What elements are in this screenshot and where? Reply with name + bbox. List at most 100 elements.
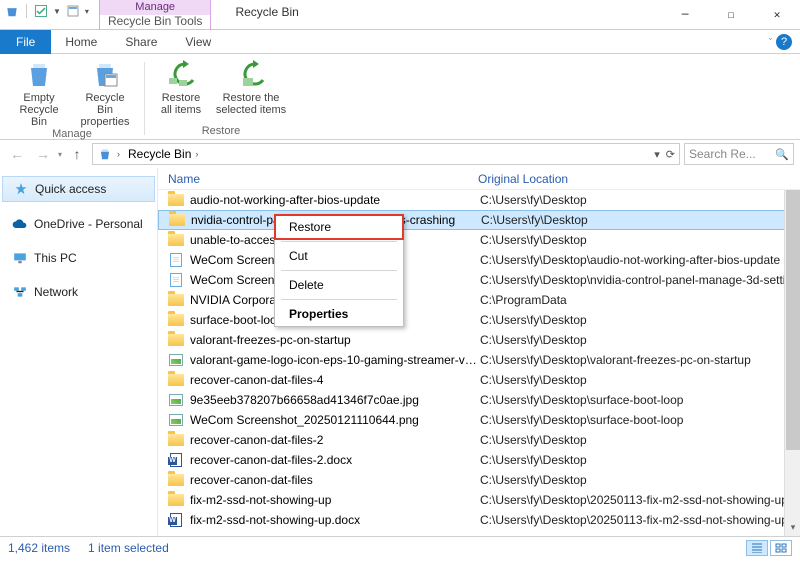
file-original-location: C:\Users\fy\Desktop\valorant-freezes-pc-… [480,353,800,367]
img-icon [168,392,184,408]
file-row[interactable]: WeCom ScreenshotC:\Users\fy\Desktop\nvid… [158,270,800,290]
large-icons-view-button[interactable] [770,540,792,556]
file-row[interactable]: recover-canon-dat-files-2C:\Users\fy\Des… [158,430,800,450]
file-original-location: C:\Users\fy\Desktop [480,233,800,247]
checkbox-icon[interactable] [33,3,49,19]
ctx-cut[interactable]: Cut [275,244,403,268]
scroll-down-icon[interactable]: ▾ [786,522,800,536]
file-row[interactable]: NVIDIA CorporationC:\ProgramData [158,290,800,310]
restore-selected-items-button[interactable]: Restore the selected items [215,58,287,116]
file-name: valorant-freezes-pc-on-startup [190,333,480,347]
tab-view[interactable]: View [171,31,225,53]
monitor-icon [12,250,28,266]
tab-home[interactable]: Home [51,31,111,53]
file-name: audio-not-working-after-bios-update [190,193,480,207]
nav-this-pc-label: This PC [34,251,77,265]
nav-network-label: Network [34,285,78,299]
ctx-restore[interactable]: Restore [275,215,403,239]
file-row[interactable]: audio-not-working-after-bios-updateC:\Us… [158,190,800,210]
recycle-bin-breadcrumb-icon [97,146,113,162]
minimize-button[interactable]: ─ [662,0,708,28]
properties-qat-icon[interactable] [65,3,81,19]
folder-icon [168,472,184,488]
breadcrumb-bar[interactable]: › Recycle Bin› ▾ ⟳ [92,143,680,165]
status-item-count: 1,462 items [8,541,70,555]
file-row[interactable]: unable-to-accessC:\Users\fy\Desktop [158,230,800,250]
nav-up-button[interactable]: ↑ [66,143,88,165]
file-row[interactable]: fix-m2-ssd-not-showing-upC:\Users\fy\Des… [158,490,800,510]
folder-icon [168,372,184,388]
file-original-location: C:\Users\fy\Desktop\audio-not-working-af… [480,253,800,267]
column-header-name[interactable]: Name [168,172,478,186]
file-original-location: C:\Users\fy\Desktop\surface-boot-loop [480,393,800,407]
network-icon [12,284,28,300]
nav-quick-access[interactable]: Quick access [2,176,155,202]
nav-back-button[interactable]: ← [6,143,28,165]
doc-icon [168,272,184,288]
file-original-location: C:\Users\fy\Desktop [480,373,800,387]
nav-onedrive[interactable]: OneDrive - Personal [0,212,157,236]
file-row[interactable]: recover-canon-dat-files-4C:\Users\fy\Des… [158,370,800,390]
doc-icon [168,252,184,268]
empty-bin-icon [23,58,55,90]
file-row[interactable]: valorant-freezes-pc-on-startupC:\Users\f… [158,330,800,350]
recycle-bin-properties-button[interactable]: Recycle Bin properties [76,58,134,128]
column-header-original-location[interactable]: Original Location [478,172,800,186]
file-row[interactable]: fix-m2-ssd-not-showing-up.docxC:\Users\f… [158,510,800,530]
nav-forward-button[interactable]: → [32,143,54,165]
nav-network[interactable]: Network [0,280,157,304]
bin-properties-icon [89,58,121,90]
file-original-location: C:\Users\fy\Desktop\surface-boot-loop [480,413,800,427]
breadcrumb-dropdown-icon[interactable]: ▾ [654,148,660,161]
window-title: Recycle Bin [211,5,662,19]
file-row[interactable]: WeCom Screenshot_20250121110644.pngC:\Us… [158,410,800,430]
file-name: recover-canon-dat-files [190,473,480,487]
file-row[interactable]: recover-canon-dat-filesC:\Users\fy\Deskt… [158,470,800,490]
file-row[interactable]: 9e35eeb378207b66658ad41346f7c0ae.jpgC:\U… [158,390,800,410]
file-original-location: C:\Users\fy\Desktop\20250113-fix-m2-ssd-… [480,493,800,507]
refresh-button[interactable]: ⟳ [666,148,675,161]
chevron-right-icon[interactable]: › [117,149,120,159]
file-row[interactable]: nvidia-control-panel-manage-3d-settings-… [158,210,800,230]
file-row[interactable]: valorant-game-logo-icon-eps-10-gaming-st… [158,350,800,370]
ctx-delete[interactable]: Delete [275,273,403,297]
vertical-scrollbar[interactable]: ▾ [784,190,800,536]
window-controls: ─ ☐ ✕ [662,0,800,28]
scrollbar-thumb[interactable] [786,190,800,450]
file-row[interactable]: WeCom ScreenshotC:\Users\fy\Desktop\audi… [158,250,800,270]
help-button[interactable]: ? [776,34,792,50]
search-placeholder: Search Re... [689,147,756,161]
ribbon: Empty Recycle Bin Recycle Bin properties… [0,54,800,140]
details-view-button[interactable] [746,540,768,556]
nav-this-pc[interactable]: This PC [0,246,157,270]
maximize-button[interactable]: ☐ [708,0,754,28]
nav-onedrive-label: OneDrive - Personal [34,217,143,231]
ribbon-separator [144,62,145,135]
close-button[interactable]: ✕ [754,0,800,28]
restore-all-icon [165,58,197,90]
folder-icon [168,332,184,348]
file-name: WeCom Screenshot_20250121110644.png [190,413,480,427]
context-tab-recycle-bin-tools[interactable]: Recycle Bin Tools [100,15,211,30]
cloud-icon [12,216,28,232]
qat-dropdown-icon[interactable]: ▼ [53,7,61,16]
ribbon-collapse-icon[interactable]: ˇ [769,37,772,47]
file-original-location: C:\Users\fy\Desktop [480,333,800,347]
chevron-right-icon[interactable]: › [195,149,198,159]
breadcrumb-root[interactable]: Recycle Bin› [124,147,202,161]
restore-all-items-button[interactable]: Restore all items [155,58,207,116]
ctx-properties[interactable]: Properties [275,302,403,326]
file-original-location: C:\Users\fy\Desktop [480,433,800,447]
nav-history-dropdown[interactable]: ▾ [58,150,62,159]
title-bar: ▼ ▾ Manage Recycle Bin Tools Recycle Bin… [0,0,800,30]
file-row[interactable]: surface-boot-loopC:\Users\fy\Desktop [158,310,800,330]
ribbon-group-restore: Restore all items Restore the selected i… [151,58,291,139]
tab-file[interactable]: File [0,30,51,54]
img-icon [168,352,184,368]
tab-share[interactable]: Share [111,31,171,53]
search-input[interactable]: Search Re... 🔍 [684,143,794,165]
file-row[interactable]: recover-canon-dat-files-2.docxC:\Users\f… [158,450,800,470]
folder-icon [168,232,184,248]
qat-customize-icon[interactable]: ▾ [85,7,89,16]
empty-recycle-bin-button[interactable]: Empty Recycle Bin [10,58,68,128]
